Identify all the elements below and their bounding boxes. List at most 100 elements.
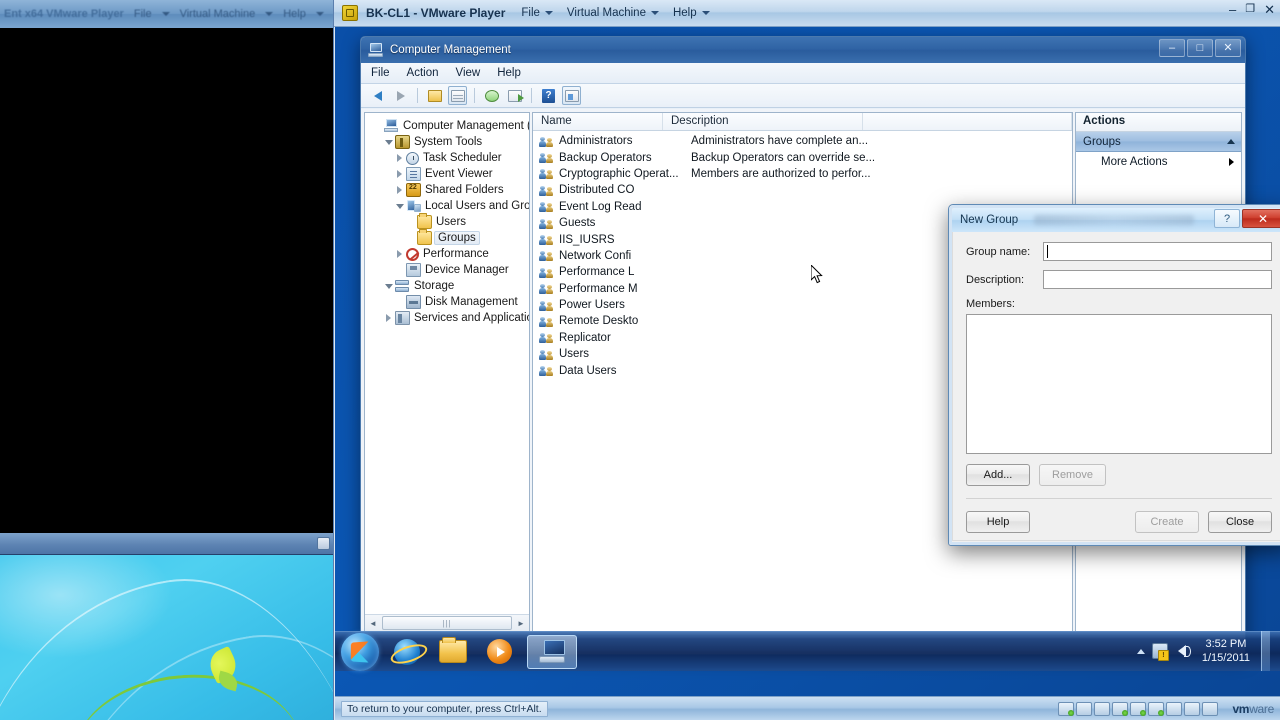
refresh-icon[interactable] — [482, 86, 501, 105]
network-adapter-icon[interactable] — [1058, 701, 1075, 716]
remove-button: Remove — [1039, 464, 1106, 486]
dialog-button-row: Help Create Close — [966, 511, 1272, 533]
expand-triangle-icon[interactable] — [382, 314, 395, 322]
collapse-triangle-icon[interactable] — [382, 283, 395, 289]
scroll-right-icon[interactable]: ► — [513, 616, 529, 631]
background-vmware-player-titlebar: Ent x64 VMware Player File Virtual Machi… — [0, 0, 340, 28]
scroll-left-icon[interactable]: ◄ — [365, 616, 381, 631]
cm-close-button[interactable]: ✕ — [1215, 39, 1241, 57]
table-row[interactable]: Distributed CO — [533, 182, 1072, 198]
computer-management-titlebar[interactable]: Computer Management – □ ✕ — [361, 37, 1245, 63]
vmware-player-window: BK-CL1 - VMware Player File Virtual Mach… — [333, 0, 1280, 720]
table-row[interactable]: Cryptographic Operat... Members are autho… — [533, 166, 1072, 182]
expand-triangle-icon[interactable] — [393, 186, 406, 194]
chevron-up-icon[interactable] — [1227, 139, 1235, 144]
collapse-triangle-icon[interactable] — [382, 139, 395, 145]
column-header-name[interactable]: Name — [533, 113, 663, 130]
forward-arrow-icon[interactable] — [391, 86, 410, 105]
taskbar-media-player[interactable] — [481, 636, 517, 668]
cm-menu-file[interactable]: File — [371, 67, 390, 79]
expand-triangle-icon[interactable] — [393, 154, 406, 162]
group-name-cell: Event Log Read — [559, 200, 642, 213]
tree-node-storage[interactable]: Storage — [371, 278, 529, 294]
group-name-input[interactable] — [1043, 242, 1272, 261]
dialog-help-button[interactable]: ? — [1214, 209, 1240, 228]
cd-drive-icon[interactable] — [1076, 701, 1093, 716]
close-button[interactable]: Close — [1208, 511, 1272, 533]
background-vmware-player-strip: Ent x64 VMware Player File Virtual Machi… — [0, 0, 340, 28]
speaker-icon[interactable] — [1202, 701, 1219, 716]
up-folder-icon[interactable] — [425, 86, 444, 105]
description-input[interactable] — [1043, 270, 1272, 289]
group-icon — [539, 233, 554, 246]
windows-wallpaper — [0, 555, 334, 720]
tree-node-disk-management[interactable]: Disk Management — [371, 294, 529, 310]
tree-horizontal-scrollbar[interactable]: ◄ ||| ► — [365, 614, 529, 631]
cm-menu-view[interactable]: View — [456, 67, 481, 79]
tree-node-event-viewer[interactable]: Event Viewer — [371, 166, 529, 182]
list-header-row: Name Description — [533, 113, 1072, 131]
show-hide-tree-icon[interactable] — [448, 86, 467, 105]
show-action-pane-icon[interactable] — [562, 86, 581, 105]
collapse-triangle-icon[interactable] — [393, 203, 406, 209]
tree-node-computer-management-local[interactable]: Computer Management (Local — [371, 118, 529, 134]
description-row: Description: — [966, 270, 1272, 289]
add-button[interactable]: Add... — [966, 464, 1030, 486]
menu-help[interactable]: Help — [673, 7, 710, 19]
network-warning-icon[interactable] — [1151, 643, 1169, 661]
tree-node-groups[interactable]: Groups — [371, 229, 529, 246]
cm-maximize-button[interactable]: □ — [1187, 39, 1213, 57]
tree-node-device-manager[interactable]: Device Manager — [371, 262, 529, 278]
group-description-cell: Administrators have complete an... — [691, 135, 869, 148]
usb-icon[interactable] — [1112, 701, 1129, 716]
column-header-description[interactable]: Description — [663, 113, 863, 130]
scrollbar-thumb[interactable]: ||| — [382, 616, 512, 630]
volume-icon[interactable] — [1175, 643, 1191, 659]
close-button[interactable]: ✕ — [1264, 3, 1275, 16]
display-icon[interactable] — [1184, 701, 1201, 716]
help-button[interactable]: Help — [966, 511, 1030, 533]
menu-virtual-machine[interactable]: Virtual Machine — [567, 7, 659, 19]
show-hidden-icons-arrow[interactable] — [1136, 648, 1145, 654]
tree-node-services-and-applications[interactable]: Services and Applications — [371, 310, 529, 326]
vmware-player-titlebar[interactable]: BK-CL1 - VMware Player File Virtual Mach… — [334, 0, 1280, 27]
new-group-dialog-titlebar[interactable]: New Group ? ✕ — [952, 208, 1280, 232]
taskbar-internet-explorer[interactable] — [389, 636, 425, 668]
expand-triangle-icon[interactable] — [393, 170, 406, 178]
members-list-box[interactable] — [966, 314, 1272, 454]
expand-triangle-icon[interactable] — [393, 250, 406, 258]
group-name-cell: IIS_IUSRS — [559, 233, 615, 246]
dialog-close-button[interactable]: ✕ — [1242, 209, 1280, 228]
background-menu-file: File — [133, 8, 152, 20]
tree-node-task-scheduler[interactable]: Task Scheduler — [371, 150, 529, 166]
table-row[interactable]: Administrators Administrators have comple… — [533, 133, 1072, 149]
tree-node-shared-folders[interactable]: Shared Folders — [371, 182, 529, 198]
back-arrow-icon[interactable] — [368, 86, 387, 105]
group-name-cell: Performance M — [559, 282, 638, 295]
printer-icon[interactable] — [1166, 701, 1183, 716]
maximize-button[interactable]: ❐ — [1245, 4, 1255, 15]
show-desktop-button[interactable] — [1261, 631, 1270, 671]
cm-minimize-button[interactable]: – — [1159, 39, 1185, 57]
actions-group-header[interactable]: Groups — [1076, 132, 1241, 152]
tree-node-users[interactable]: Users — [371, 213, 529, 230]
start-orb[interactable] — [341, 632, 379, 671]
network2-icon[interactable] — [1130, 701, 1147, 716]
cm-menu-action[interactable]: Action — [407, 67, 439, 79]
tree-node-local-users-and-groups[interactable]: Local Users and Groups — [371, 198, 529, 214]
tree-node-system-tools[interactable]: System Tools — [371, 134, 529, 150]
minimize-button[interactable]: – — [1229, 3, 1236, 16]
group-icon — [539, 331, 554, 344]
floppy-icon[interactable] — [1094, 701, 1111, 716]
taskbar-clock[interactable]: 3:52 PM 1/15/2011 — [1202, 637, 1250, 665]
help-icon[interactable]: ? — [539, 86, 558, 105]
sound-icon[interactable] — [1148, 701, 1165, 716]
table-row[interactable]: Backup Operators Backup Operators can ove… — [533, 149, 1072, 165]
actions-item-more-actions[interactable]: More Actions — [1076, 152, 1241, 172]
export-list-icon[interactable] — [505, 86, 524, 105]
cm-menu-help[interactable]: Help — [497, 67, 521, 79]
taskbar-computer-management[interactable] — [527, 634, 577, 669]
tree-node-performance[interactable]: Performance — [371, 246, 529, 262]
taskbar-windows-explorer[interactable] — [435, 636, 471, 668]
menu-file[interactable]: File — [521, 7, 553, 19]
